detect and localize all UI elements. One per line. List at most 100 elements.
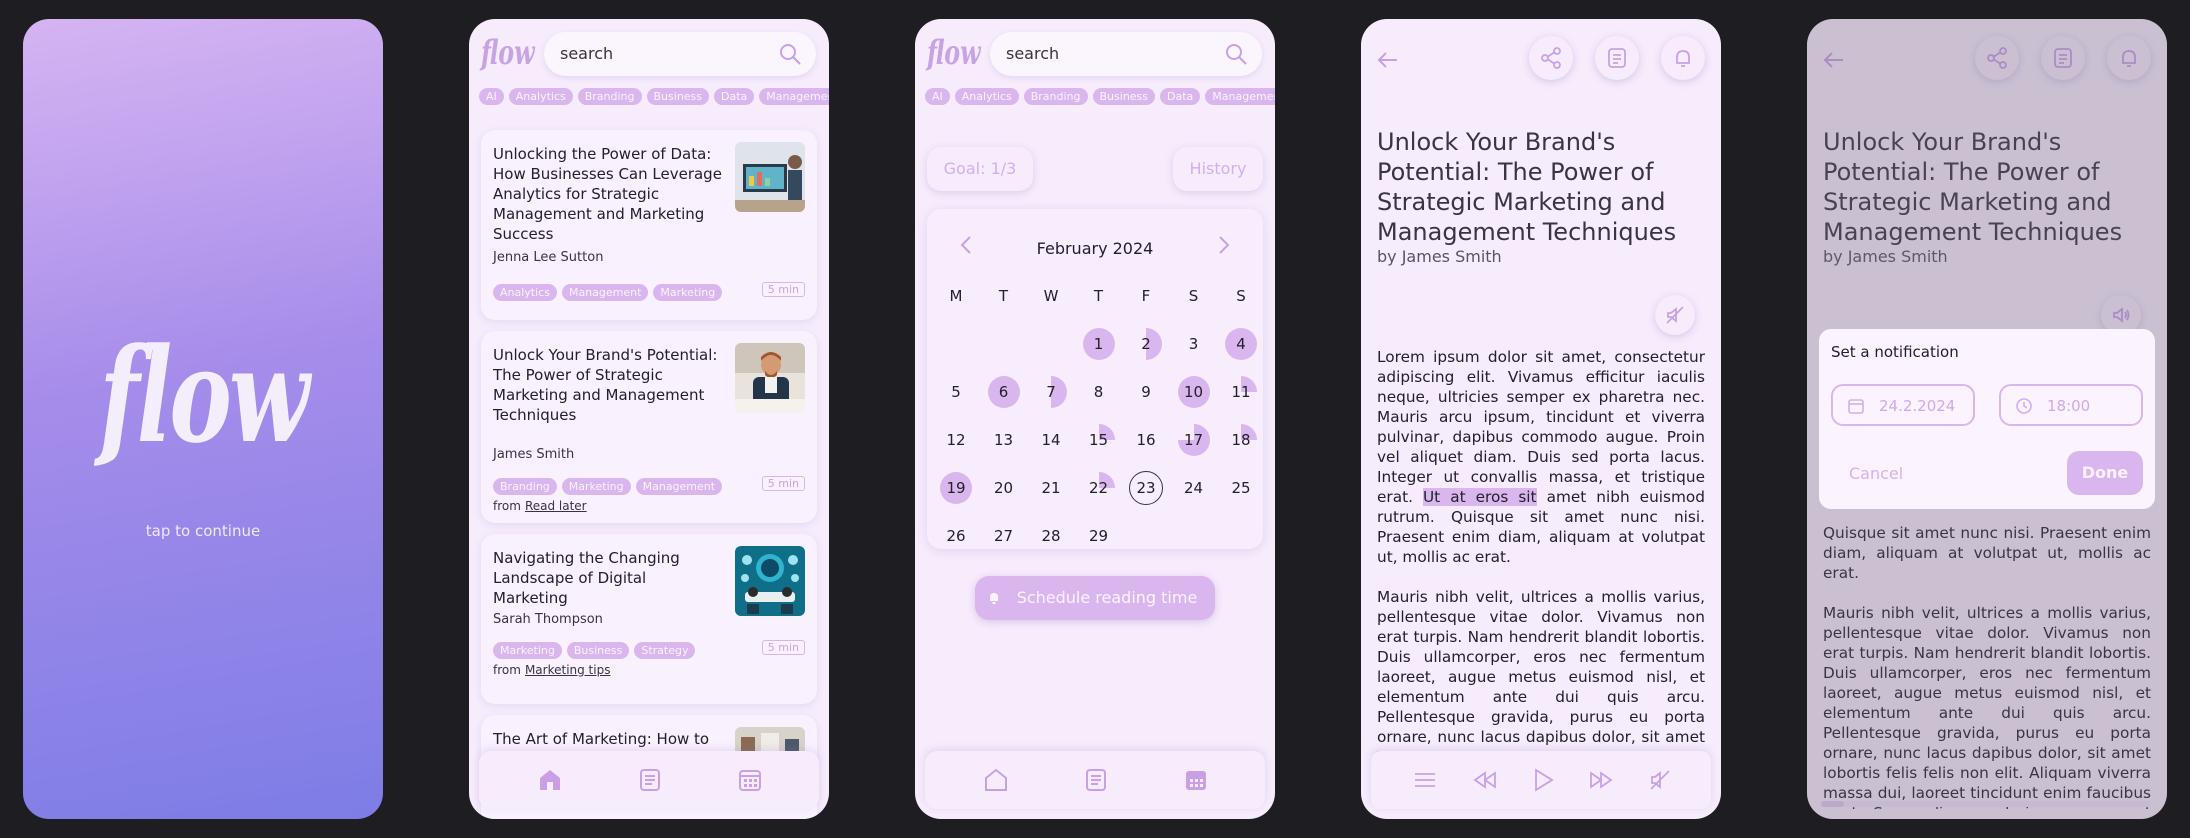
article-tag[interactable]: Management xyxy=(561,284,649,301)
splash-screen[interactable]: flow tap to continue xyxy=(23,19,383,819)
share-button[interactable] xyxy=(1529,36,1573,80)
done-button[interactable]: Done xyxy=(2067,451,2143,495)
calendar-day[interactable]: 27 xyxy=(987,519,1021,553)
schedule-reading-button[interactable]: Schedule reading time xyxy=(975,576,1215,620)
notification-button[interactable] xyxy=(1661,36,1705,80)
header: flow xyxy=(915,19,1275,83)
article-tag[interactable]: Business xyxy=(566,642,630,659)
search-icon[interactable] xyxy=(1224,42,1248,66)
article-card[interactable]: Unlock Your Brand's Potential: The Power… xyxy=(481,331,817,523)
from-label: from xyxy=(493,663,521,677)
play-icon[interactable] xyxy=(1531,767,1555,793)
calendar-day[interactable]: 1 xyxy=(1082,327,1116,361)
cancel-button[interactable]: Cancel xyxy=(1849,464,1903,483)
tag-chip[interactable]: Data xyxy=(1160,88,1201,105)
calendar-day[interactable]: 20 xyxy=(987,471,1021,505)
calendar-day[interactable]: 15 xyxy=(1082,423,1116,457)
calendar-day[interactable]: 22 xyxy=(1082,471,1116,505)
tag-chip[interactable]: Analytics xyxy=(508,88,573,105)
tag-chip[interactable]: AI xyxy=(925,88,950,105)
fast-forward-icon[interactable] xyxy=(1589,769,1613,791)
tag-chip[interactable]: Business xyxy=(1092,88,1156,105)
source-link[interactable]: Marketing tips xyxy=(525,663,611,677)
calendar-day[interactable]: 7 xyxy=(1034,375,1068,409)
menu-icon[interactable] xyxy=(1413,769,1437,791)
chevron-right-icon[interactable] xyxy=(1211,233,1235,257)
home-icon[interactable] xyxy=(982,766,1010,794)
calendar-day[interactable]: 9 xyxy=(1129,375,1163,409)
calendar-day[interactable]: 29 xyxy=(1082,519,1116,553)
article-card[interactable]: Navigating the Changing Landscape of Dig… xyxy=(481,534,817,704)
calendar-day[interactable]: 26 xyxy=(939,519,973,553)
calendar-day[interactable]: 5 xyxy=(939,375,973,409)
goal-button[interactable]: Goal: 1/3 xyxy=(927,147,1033,191)
mute-audio-button[interactable] xyxy=(1655,295,1695,335)
day-number: 29 xyxy=(1088,527,1109,545)
calendar-day[interactable]: 13 xyxy=(987,423,1021,457)
calendar-icon[interactable] xyxy=(736,766,764,794)
calendar-day[interactable]: 19 xyxy=(939,471,973,505)
tag-chip[interactable]: Management xyxy=(759,88,829,105)
article-tag[interactable]: Management xyxy=(635,478,723,495)
calendar-day[interactable]: 18 xyxy=(1224,423,1258,457)
reading-list-icon[interactable] xyxy=(636,766,664,794)
calendar-day[interactable]: 6 xyxy=(987,375,1021,409)
day-number: 7 xyxy=(1046,383,1056,401)
article-tag[interactable]: Marketing xyxy=(493,642,562,659)
search-input[interactable] xyxy=(560,44,760,63)
day-number: 28 xyxy=(1041,527,1061,545)
calendar-day[interactable]: 16 xyxy=(1129,423,1163,457)
calendar-day[interactable]: 28 xyxy=(1034,519,1068,553)
weekday-header: F xyxy=(1141,287,1151,305)
calendar-day[interactable]: 21 xyxy=(1034,471,1068,505)
time-field[interactable]: 18:00 xyxy=(1999,384,2143,426)
search-icon[interactable] xyxy=(778,42,802,66)
calendar-day[interactable]: 24 xyxy=(1177,471,1211,505)
article-thumbnail xyxy=(735,343,805,413)
save-to-list-button[interactable] xyxy=(1595,36,1639,80)
article-tag[interactable]: Branding xyxy=(493,478,557,495)
tag-chip[interactable]: Data xyxy=(714,88,755,105)
tag-chip[interactable]: AI xyxy=(479,88,504,105)
calendar-icon[interactable] xyxy=(1182,766,1210,794)
tag-chip[interactable]: Management xyxy=(1205,88,1275,105)
calendar-day[interactable]: 14 xyxy=(1034,423,1068,457)
mute-icon[interactable] xyxy=(1649,769,1671,791)
calendar-day[interactable]: 10 xyxy=(1177,375,1211,409)
day-number: 26 xyxy=(946,527,966,545)
reading-list-icon[interactable] xyxy=(1082,766,1110,794)
back-arrow-icon[interactable] xyxy=(1375,47,1401,73)
day-number: 25 xyxy=(1231,479,1251,497)
day-number: 15 xyxy=(1088,431,1109,449)
calendar-day[interactable]: 25 xyxy=(1224,471,1258,505)
calendar-day[interactable]: 3 xyxy=(1177,327,1211,361)
history-button[interactable]: History xyxy=(1173,147,1263,191)
article-tag[interactable]: Strategy xyxy=(634,642,696,659)
rewind-icon[interactable] xyxy=(1473,769,1497,791)
day-number: 23 xyxy=(1136,479,1156,497)
calendar-day[interactable]: 11 xyxy=(1224,375,1258,409)
highlighted-text[interactable]: Ut at eros sit xyxy=(1422,488,1537,506)
date-value: 24.2.2024 xyxy=(1879,397,1956,415)
search-input[interactable] xyxy=(1006,44,1206,63)
home-icon[interactable] xyxy=(536,766,564,794)
tag-chip[interactable]: Analytics xyxy=(954,88,1019,105)
calendar-day[interactable]: 23 xyxy=(1129,471,1163,505)
source-link[interactable]: Read later xyxy=(525,499,587,513)
day-number: 24 xyxy=(1183,479,1204,497)
calendar-day[interactable]: 8 xyxy=(1082,375,1116,409)
article-screen: Unlock Your Brand's Potential: The Power… xyxy=(1361,19,1721,819)
calendar-day[interactable]: 12 xyxy=(939,423,973,457)
calendar-day[interactable]: 4 xyxy=(1224,327,1258,361)
article-tag[interactable]: Marketing xyxy=(653,284,723,301)
tag-chip[interactable]: Branding xyxy=(577,88,642,105)
article-tag[interactable]: Marketing xyxy=(561,478,631,495)
audio-player xyxy=(1371,751,1711,809)
tag-chip[interactable]: Branding xyxy=(1023,88,1088,105)
article-card[interactable]: Unlocking the Power of Data: How Busines… xyxy=(481,130,817,320)
date-field[interactable]: 24.2.2024 xyxy=(1831,384,1975,426)
calendar-day[interactable]: 2 xyxy=(1129,327,1163,361)
calendar-day[interactable]: 17 xyxy=(1177,423,1211,457)
article-tag[interactable]: Analytics xyxy=(493,284,557,301)
tag-chip[interactable]: Business xyxy=(646,88,710,105)
